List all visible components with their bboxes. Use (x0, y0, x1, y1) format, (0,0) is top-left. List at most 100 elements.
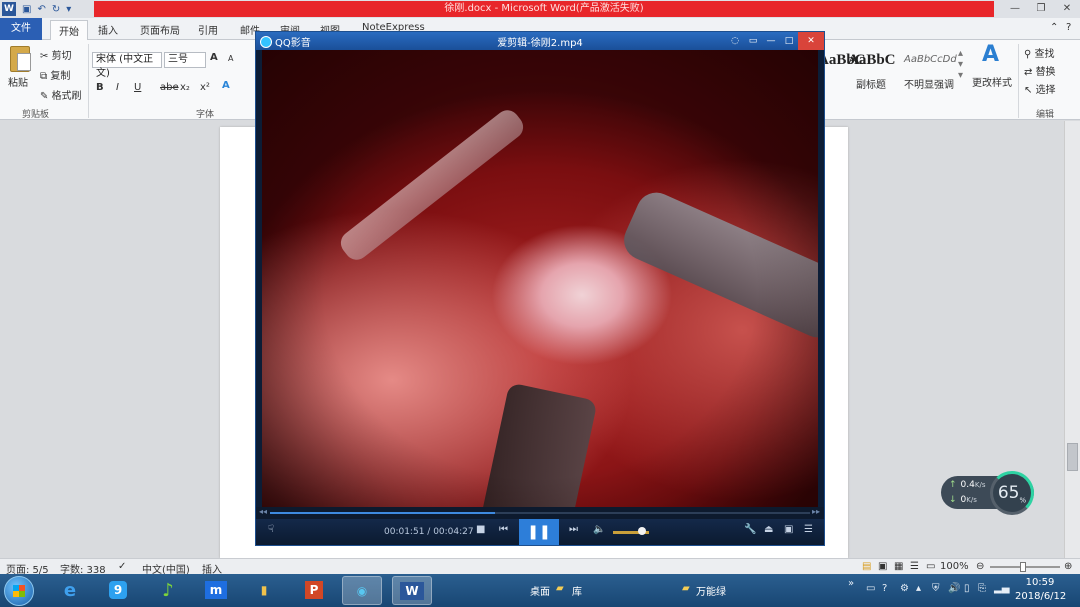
copy-button[interactable]: ⧉ 复制 (40, 67, 70, 82)
scrollbar-thumb[interactable] (1067, 443, 1078, 471)
tab-insert[interactable]: 插入 (98, 22, 118, 37)
font-group-label: 字体 (196, 110, 215, 120)
zoom-level[interactable]: 100% (940, 561, 969, 572)
format-painter-label: 格式刷 (51, 91, 82, 102)
font-size-select[interactable]: 三号 (164, 52, 206, 68)
eject-icon[interactable]: ⏏ (764, 524, 773, 535)
player-maximize-button[interactable]: □ (780, 32, 798, 50)
seek-bar[interactable]: ◂◂ ▸▸ (256, 507, 824, 519)
screenshot-icon[interactable]: ▣ (784, 524, 793, 535)
store-icon[interactable]: 9 (98, 576, 138, 605)
replace-button[interactable]: ⇄ 替换 (1024, 63, 1056, 78)
video-frame[interactable] (262, 50, 818, 531)
tools-icon[interactable]: 🔧 (744, 524, 756, 535)
ribbon-collapse-icon[interactable]: ⌃ (1050, 22, 1058, 33)
restore-button[interactable]: ❐ (1028, 0, 1054, 17)
ie-icon[interactable]: e (50, 576, 90, 605)
mini-mode-icon[interactable]: ▭ (744, 32, 762, 50)
change-styles-icon[interactable]: A (982, 42, 999, 67)
playlist-icon[interactable]: ☰ (804, 524, 813, 535)
grow-font-button[interactable]: A (210, 52, 218, 63)
battery-icon[interactable]: ▯ (964, 583, 970, 594)
app-m-icon[interactable]: m (196, 576, 236, 605)
zoom-out-icon[interactable]: ⊖ (976, 561, 984, 572)
select-button[interactable]: ↖ 选择 (1024, 81, 1056, 96)
volume-tray-icon[interactable]: 🔊 (948, 583, 960, 594)
help-tray-icon[interactable]: ? (882, 583, 887, 594)
volume-handle[interactable] (637, 527, 646, 535)
subscript-button[interactable]: x₂ (180, 82, 190, 93)
paste-button[interactable]: 粘贴 (8, 74, 28, 89)
close-button[interactable]: ✕ (1054, 0, 1080, 17)
cast-icon[interactable]: ☟ (268, 524, 274, 535)
style-preview-subtitle[interactable]: AaBbC (848, 52, 896, 69)
find-button[interactable]: ⚲ 查找 (1024, 45, 1055, 60)
outline-icon[interactable]: ☰ (910, 561, 919, 572)
system-clock[interactable]: 10:59 2018/6/12 (1015, 576, 1067, 604)
help-icon[interactable]: ? (1066, 22, 1071, 33)
customize-qa-icon[interactable]: ▾ (66, 4, 71, 15)
full-screen-icon[interactable]: ▣ (878, 561, 887, 572)
start-button[interactable] (4, 576, 34, 606)
font-name-select[interactable]: 宋体 (中文正文) (92, 52, 162, 79)
zoom-slider-handle[interactable] (1020, 562, 1026, 572)
shrink-font-button[interactable]: A (228, 54, 233, 63)
tab-home[interactable]: 开始 (50, 20, 88, 41)
library-toolbar-label[interactable]: 库 (572, 583, 582, 598)
draft-icon[interactable]: ▭ (926, 561, 935, 572)
powerpoint-icon[interactable]: P (294, 576, 334, 605)
player-title-bar[interactable]: QQ影音 爱剪辑-徐刚2.mp4 ◌ ▭ — □ ✕ (256, 32, 824, 50)
folder-icon[interactable]: ▮ (244, 576, 284, 605)
undo-icon[interactable]: ↶ (37, 4, 45, 15)
desktop-toolbar-label[interactable]: 桌面 (530, 583, 550, 598)
superscript-button[interactable]: x² (200, 82, 210, 93)
change-styles-button[interactable]: 更改样式 (972, 74, 1012, 89)
keyboard-icon[interactable]: ▭ (866, 583, 875, 594)
tab-page-layout[interactable]: 页面布局 (140, 22, 180, 37)
clock-date: 2018/6/12 (1015, 591, 1067, 602)
vertical-scrollbar[interactable] (1064, 121, 1080, 558)
save-icon[interactable]: ▣ (22, 4, 31, 15)
next-button[interactable]: ⏭ (569, 524, 578, 535)
paste-icon[interactable] (10, 46, 31, 72)
web-layout-icon[interactable]: ▦ (894, 561, 903, 572)
network-signal-icon[interactable]: ▂▄ (994, 583, 1009, 594)
previous-button[interactable]: ⏮ (499, 524, 508, 535)
rewind-icon[interactable]: ◂◂ (259, 507, 267, 516)
minimize-button[interactable]: — (1002, 0, 1028, 17)
zoom-in-icon[interactable]: ⊕ (1064, 561, 1072, 572)
proofing-icon[interactable]: ✓ (118, 561, 126, 572)
underline-button[interactable]: U (134, 82, 141, 93)
qq-player-taskbar-icon[interactable]: ◉ (342, 576, 382, 605)
music-icon[interactable]: ♪ (148, 576, 188, 605)
text-effect-icon[interactable]: A (222, 80, 230, 91)
format-painter-button[interactable]: ✎ 格式刷 (40, 87, 82, 102)
usb-icon[interactable]: ⎘ (978, 583, 986, 594)
strikethrough-button[interactable]: abe (160, 82, 179, 93)
bold-button[interactable]: B (96, 82, 104, 93)
pause-button[interactable]: ❚❚ (519, 519, 559, 545)
player-close-button[interactable]: ✕ (798, 32, 824, 50)
security-icon[interactable]: ⚙ (900, 583, 909, 594)
stop-button[interactable]: ■ (476, 524, 485, 535)
tab-references[interactable]: 引用 (198, 22, 218, 37)
seek-track[interactable] (270, 512, 810, 514)
net-speed-widget[interactable]: ↑ 0.4K/s ↓ 0K/s 65% (941, 471, 1034, 515)
memory-usage-ring[interactable]: 65% (990, 471, 1034, 515)
shield-icon[interactable]: ⛨ (932, 583, 940, 594)
print-layout-icon[interactable]: ▤ (862, 561, 871, 572)
style-preview-subtle-emphasis[interactable]: AaBbCcDd (904, 54, 957, 65)
redo-icon[interactable]: ↻ (52, 4, 60, 15)
word-taskbar-icon[interactable]: W (392, 576, 432, 605)
italic-button[interactable]: I (116, 82, 119, 93)
tray-app-label[interactable]: 万能绿 (696, 583, 726, 598)
tab-file[interactable]: 文件 (0, 18, 42, 40)
cut-button[interactable]: ✂ 剪切 (40, 47, 72, 62)
skin-icon[interactable]: ◌ (726, 32, 744, 50)
player-minimize-button[interactable]: — (762, 32, 780, 50)
toolbar-expand-icon[interactable]: » (848, 578, 854, 589)
styles-scroll-icon[interactable]: ▴ ▾ ▾ (958, 48, 963, 81)
fast-forward-icon[interactable]: ▸▸ (812, 507, 820, 516)
show-hidden-icons[interactable]: ▴ (916, 583, 921, 594)
volume-icon[interactable]: 🔈 (593, 524, 605, 535)
